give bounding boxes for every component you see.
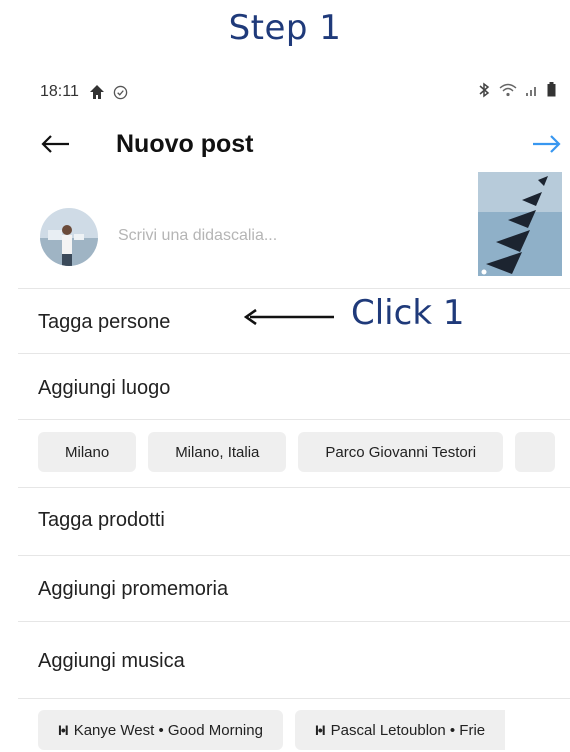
tag-products-item[interactable]: Tagga prodotti [38, 509, 165, 532]
status-bar: 18:11 [40, 82, 556, 102]
music-chip[interactable]: I•I Pascal Letoublon • Frie [294, 710, 506, 750]
location-chip[interactable]: Milano, Italia [148, 432, 287, 472]
step-title: Step 1 [228, 8, 342, 48]
location-chip[interactable]: Parco Giovanni Testori [298, 432, 504, 472]
annotation-arrow-icon [244, 308, 334, 326]
music-chip-label: Kanye West • Good Morning [73, 721, 263, 739]
divider [18, 621, 570, 622]
add-reminder-item[interactable]: Aggiungi promemoria [38, 578, 228, 601]
annotation-click-label: Click 1 [351, 293, 465, 333]
next-arrow-icon[interactable] [528, 132, 562, 156]
location-chip[interactable]: Milano [38, 432, 137, 472]
location-chip-partial[interactable] [515, 432, 556, 472]
music-bars-icon: I•I [58, 722, 69, 738]
music-chips-scroller: I•I Kanye West • Good Morning I•I Pascal… [0, 710, 570, 752]
divider [18, 487, 570, 488]
add-music-item[interactable]: Aggiungi musica [38, 650, 185, 673]
post-thumbnail[interactable] [478, 172, 562, 276]
caption-section: Scrivi una didascalia... [40, 172, 562, 278]
add-location-item[interactable]: Aggiungi luogo [38, 377, 170, 400]
app-header: Nuovo post [40, 126, 562, 162]
page-title: Nuovo post [116, 129, 254, 158]
divider [18, 555, 570, 556]
check-circle-icon [113, 85, 128, 100]
bluetooth-icon [477, 82, 491, 103]
avatar [40, 208, 98, 266]
caption-input[interactable]: Scrivi una didascalia... [118, 227, 277, 245]
status-time: 18:11 [40, 83, 79, 100]
divider [18, 288, 570, 289]
music-chip-label: Pascal Letoublon • Frie [330, 721, 486, 739]
divider [18, 353, 570, 354]
music-chip[interactable]: I•I Kanye West • Good Morning [38, 710, 283, 750]
music-bars-icon: I•I [314, 722, 326, 738]
battery-icon [547, 82, 556, 102]
divider [18, 419, 570, 420]
back-arrow-icon[interactable] [40, 132, 76, 156]
tag-people-item[interactable]: Tagga persone [38, 311, 170, 334]
wifi-icon [499, 83, 517, 102]
divider [18, 698, 570, 699]
home-icon [89, 84, 105, 100]
location-chips-scroller: Milano Milano, Italia Parco Giovanni Tes… [0, 432, 570, 474]
signal-icon [525, 83, 539, 102]
